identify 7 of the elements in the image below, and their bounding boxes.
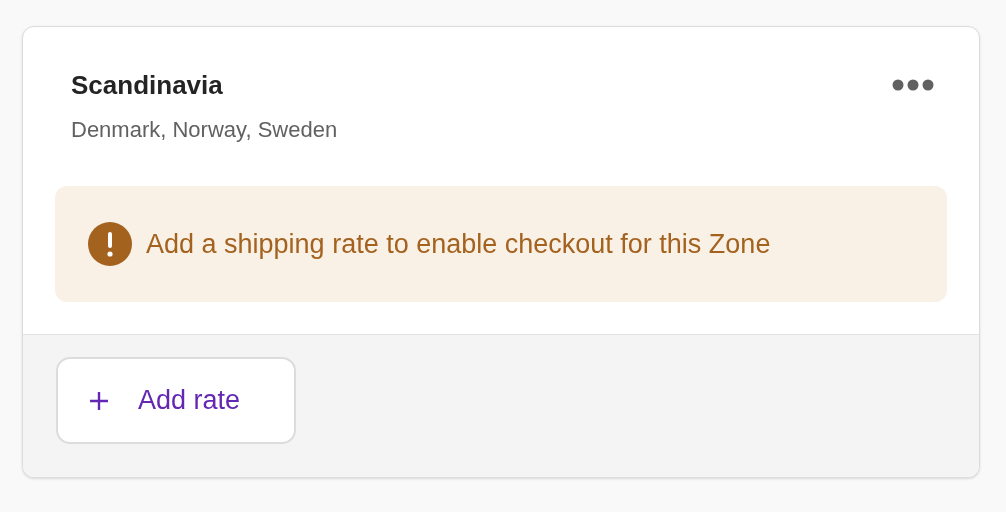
warning-message: Add a shipping rate to enable checkout for this Zone <box>146 227 772 261</box>
zone-title: Scandinavia <box>71 69 223 101</box>
plus-icon <box>88 389 110 412</box>
add-rate-button[interactable]: Add rate <box>56 357 296 444</box>
zone-countries: Denmark, Norway, Sweden <box>70 116 339 144</box>
exclamation-icon <box>88 222 132 266</box>
more-options-icon[interactable] <box>892 79 934 91</box>
